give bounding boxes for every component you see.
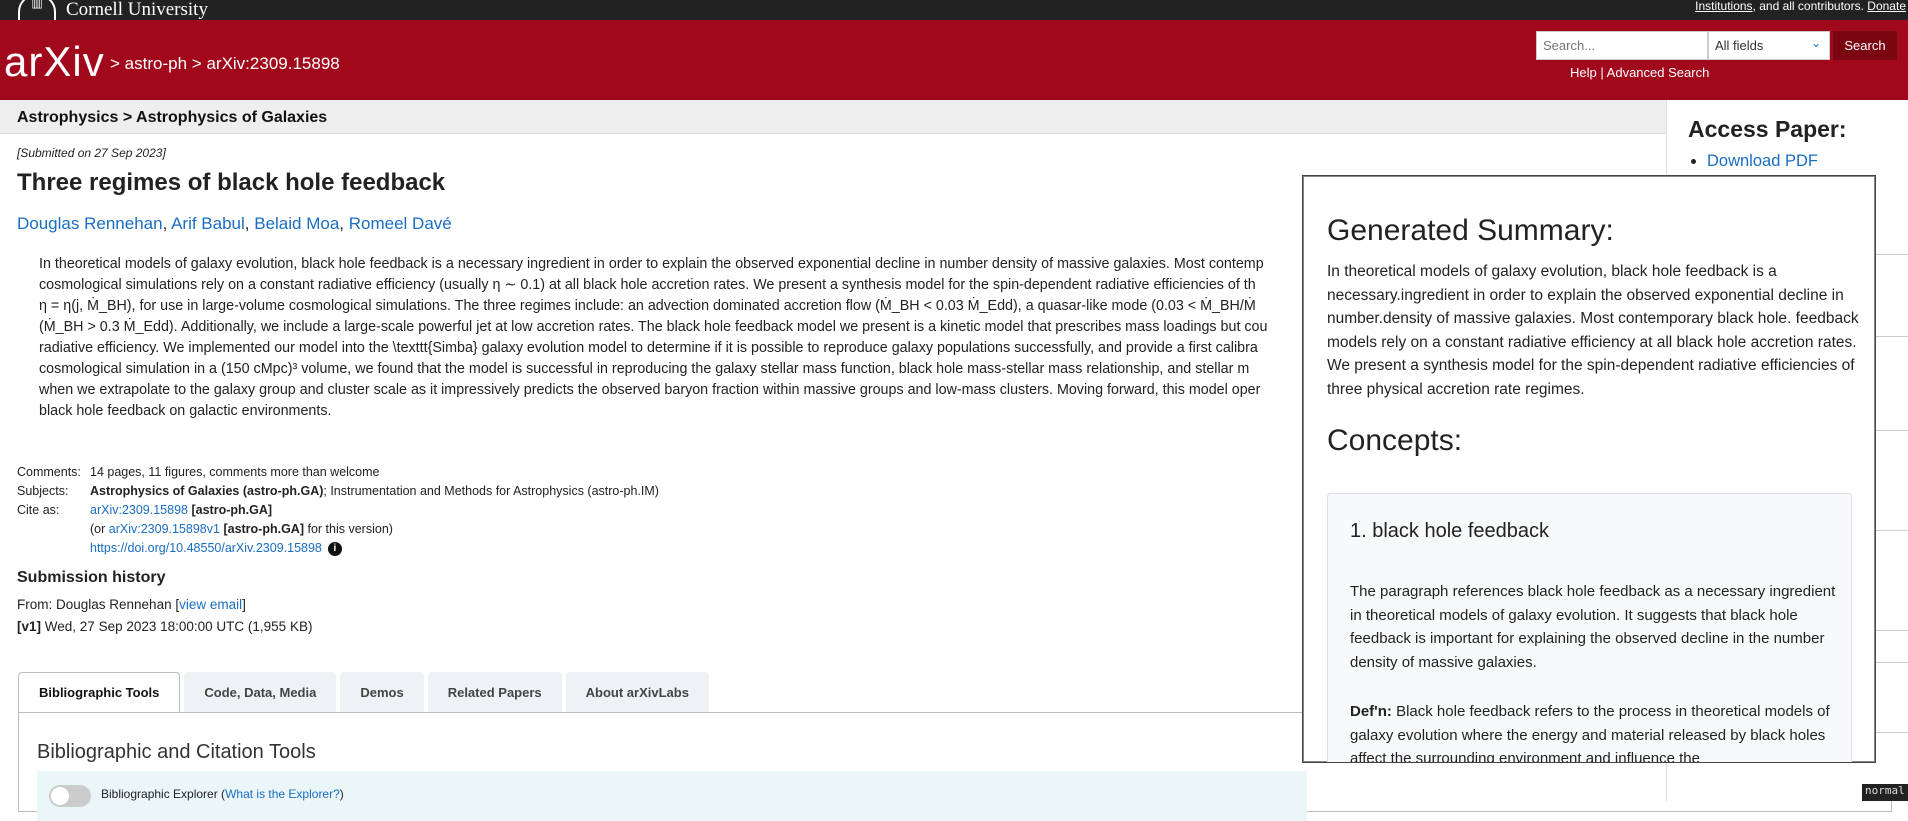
submission-history-title: Submission history: [17, 569, 166, 586]
abstract-line: η = η(j, Ṁ_BH), for use in large-volume …: [39, 298, 1256, 314]
abstract: In theoretical models of galaxy evolutio…: [39, 254, 1329, 422]
abstract-line: In theoretical models of galaxy evolutio…: [39, 256, 1264, 272]
generated-summary-popup[interactable]: Generated Summary: In theoretical models…: [1302, 175, 1876, 763]
summary-text: In theoretical models of galaxy evolutio…: [1327, 263, 1859, 398]
metadata-table: Comments: 14 pages, 11 figures, comments …: [17, 465, 659, 556]
concept-card: 1. black hole feedback The paragraph ref…: [1327, 493, 1852, 763]
search-input[interactable]: [1536, 31, 1708, 60]
header: arXiv > astro-ph > arXiv:2309.15898 All …: [0, 20, 1908, 100]
concept-text: The paragraph references black hole feed…: [1350, 583, 1836, 671]
info-icon[interactable]: i: [327, 541, 342, 556]
view-email-link[interactable]: view email: [179, 597, 242, 612]
tab-code-data-media[interactable]: Code, Data, Media: [184, 672, 337, 712]
abstract-line: black hole feedback on galactic environm…: [39, 403, 332, 419]
tab-bibliographic-tools[interactable]: Bibliographic Tools: [18, 672, 181, 712]
concept-title: 1. black hole feedback: [1350, 520, 1550, 542]
tools-panel-title: Bibliographic and Citation Tools: [37, 741, 316, 763]
help-links: Help | Advanced Search: [1570, 65, 1710, 80]
concept-definition: Def'n: Black hole feedback refers to the…: [1350, 703, 1830, 763]
author-list: Douglas Rennehan, Arif Babul, Belaid Moa…: [17, 214, 452, 233]
chevron-down-icon: ⌄: [1810, 36, 1821, 50]
submission-history: Submission history From: Douglas Renneha…: [17, 569, 313, 634]
explorer-toggle[interactable]: [49, 785, 91, 807]
page-title: Three regimes of black hole feedback: [17, 169, 446, 196]
tab-related-papers[interactable]: Related Papers: [427, 672, 562, 712]
search-form: All fields ⌄ Search: [1536, 31, 1897, 60]
top-bar: ▥ Cornell University Institutions, and a…: [0, 0, 1908, 26]
access-paper-title: Access Paper:: [1688, 116, 1847, 142]
university-name: Cornell University: [66, 0, 208, 20]
advanced-search-link[interactable]: Advanced Search: [1607, 65, 1710, 80]
cite-link[interactable]: arXiv:2309.15898: [90, 503, 188, 517]
institutions-link[interactable]: Institutions: [1695, 0, 1752, 13]
doi-link[interactable]: https://doi.org/10.48550/arXiv.2309.1589…: [90, 541, 322, 555]
what-is-explorer-link[interactable]: What is the Explorer?: [225, 787, 340, 801]
submission-date: [Submitted on 27 Sep 2023]: [17, 146, 166, 160]
breadcrumb-paper[interactable]: arXiv:2309.15898: [206, 54, 339, 73]
mode-indicator: normal: [1862, 784, 1908, 801]
abstract-line: when we extrapolate to the galaxy group …: [39, 382, 1261, 398]
abstract-line: radiative efficiency. We implemented our…: [39, 340, 1258, 356]
search-button[interactable]: Search: [1833, 31, 1897, 60]
summary-title: Generated Summary:: [1327, 214, 1614, 247]
subjects-value: Astrophysics of Galaxies (astro-ph.GA); …: [90, 484, 659, 498]
concepts-title: Concepts:: [1327, 424, 1463, 457]
tab-about-arxivlabs[interactable]: About arXivLabs: [565, 672, 709, 712]
breadcrumb-category[interactable]: astro-ph: [125, 54, 187, 73]
cite-version-link[interactable]: arXiv:2309.15898v1: [109, 522, 220, 536]
abstract-line: (Ṁ_BH > 0.3 Ṁ_Edd). Additionally, we inc…: [39, 319, 1268, 335]
donate-link[interactable]: Donate: [1867, 0, 1906, 13]
abstract-line: cosmological simulations rely on a const…: [39, 277, 1256, 293]
download-pdf-link[interactable]: Download PDF: [1707, 152, 1818, 170]
author-link[interactable]: Romeel Davé: [349, 214, 452, 233]
search-field-select[interactable]: All fields ⌄: [1708, 31, 1830, 60]
subject-heading: Astrophysics > Astrophysics of Galaxies: [17, 109, 328, 126]
tools-tabs: Bibliographic Tools Code, Data, Media De…: [18, 672, 709, 712]
subject-bar: Astrophysics > Astrophysics of Galaxies: [0, 100, 1666, 134]
abstract-line: cosmological simulation in a (150 cMpc)³…: [39, 361, 1250, 377]
help-link[interactable]: Help: [1570, 65, 1597, 80]
tab-demos[interactable]: Demos: [340, 672, 424, 712]
arxiv-logo[interactable]: arXiv: [4, 40, 105, 84]
author-link[interactable]: Belaid Moa: [254, 214, 339, 233]
author-link[interactable]: Douglas Rennehan: [17, 214, 163, 233]
top-right-links: Institutions, and all contributors. Dona…: [1695, 0, 1906, 13]
comments-value: 14 pages, 11 figures, comments more than…: [90, 465, 380, 479]
author-link[interactable]: Arif Babul: [171, 214, 245, 233]
breadcrumb: > astro-ph > arXiv:2309.15898: [110, 54, 340, 73]
bibliographic-explorer-row: Bibliographic Explorer (What is the Expl…: [37, 771, 1307, 821]
version-tag[interactable]: [v1]: [17, 619, 41, 634]
